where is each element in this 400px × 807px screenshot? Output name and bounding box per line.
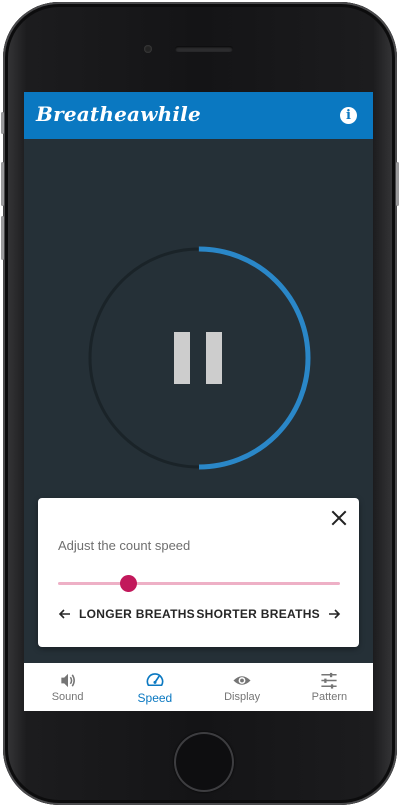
nav-item-display[interactable]: Display [199,663,286,711]
shorter-breaths-button[interactable]: SHORTER BREATHS [196,603,341,625]
app-bar: Breatheawhile i [24,92,373,139]
shorter-breaths-label: SHORTER BREATHS [196,607,320,621]
app-screen: Breatheawhile i Adjust the count speed L… [24,92,373,711]
slider-track [58,582,340,585]
nav-label-speed: Speed [137,691,173,705]
arrow-right-icon [329,609,341,619]
power-button [396,162,399,206]
nav-label-pattern: Pattern [311,691,348,703]
app-title: Breatheawhile [36,102,201,126]
speed-slider[interactable] [58,573,340,593]
slider-thumb[interactable] [120,575,137,592]
sliders-icon [321,672,337,689]
speedometer-icon [146,673,164,687]
earpiece-speaker [175,46,233,52]
nav-item-speed[interactable]: Speed [111,663,198,711]
close-icon[interactable] [331,510,347,526]
nav-label-display: Display [224,691,261,703]
info-icon[interactable]: i [340,107,357,124]
nav-item-pattern[interactable]: Pattern [286,663,373,711]
speed-panel: Adjust the count speed LONGER BREATHS SH… [38,498,359,647]
front-camera [144,45,152,53]
pause-button[interactable] [174,332,224,384]
eye-icon [233,676,251,685]
home-button[interactable] [174,732,234,792]
volume-up-button [1,162,4,206]
longer-breaths-label: LONGER BREATHS [79,607,195,621]
nav-label-sound: Sound [51,691,84,703]
speed-label: Adjust the count speed [58,538,191,553]
mute-switch [1,112,4,134]
volume-down-button [1,216,4,260]
nav-item-sound[interactable]: Sound [24,663,111,711]
longer-breaths-button[interactable]: LONGER BREATHS [58,603,195,625]
volume-icon [60,673,75,688]
bottom-navigation: Sound Speed Display Pattern [24,663,373,711]
arrow-left-icon [58,609,70,619]
